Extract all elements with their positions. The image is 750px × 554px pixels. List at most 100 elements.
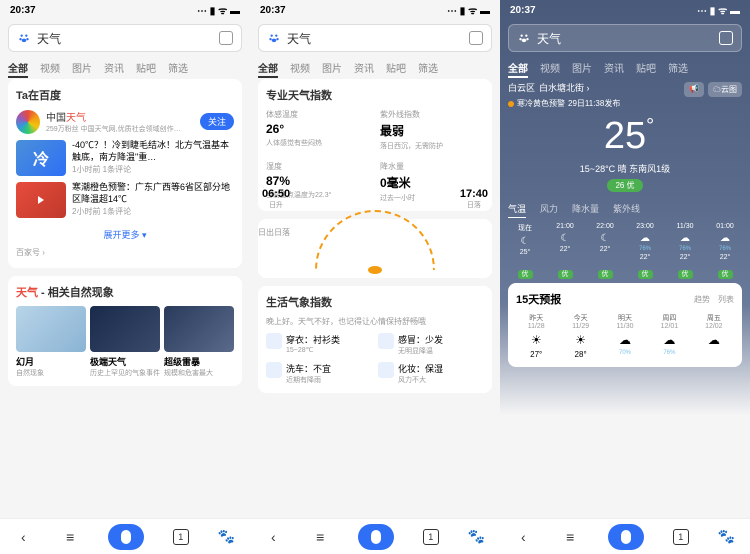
hourly-forecast[interactable]: 现在☾25°21:00☾22°22:00☾22°23:00☁76%22°11/3… [500,219,750,265]
subtab-uv[interactable]: 紫外线 [613,202,640,215]
camera-icon[interactable] [719,31,733,45]
search-bar[interactable]: 天气 [508,24,742,52]
forecast-day[interactable]: 周四12/01☁76% [649,313,689,359]
tab-image[interactable]: 图片 [322,60,342,75]
nav-tabs[interactable]: 1 [423,529,439,545]
tab-news[interactable]: 资讯 [354,60,374,75]
quality-badge: 优 [678,270,693,279]
tab-video[interactable]: 视频 [290,60,310,75]
sun-times: 06:50日升 17:40日落 [258,188,492,210]
nav-tabs[interactable]: 1 [673,529,689,545]
car-icon [266,362,282,378]
phenom-2[interactable]: 极端天气历史上罕见的气象事件 [90,306,160,378]
brand-header[interactable]: 中国天气 259万粉丝 中国天气网,优质社会领域创作… 关注 [16,109,234,134]
search-input[interactable]: 天气 [537,30,719,47]
life-cold[interactable]: 感冒：少发无明显降温 [378,333,484,356]
tab-news[interactable]: 资讯 [604,60,624,75]
search-bar[interactable]: 天气 [258,24,492,52]
tab-image[interactable]: 图片 [572,60,592,75]
sun-card: 日出日落 06:50日升 17:40日落 [258,219,492,278]
tab-video[interactable]: 视频 [40,60,60,75]
forecast-day[interactable]: 今天11/29☀28° [560,313,600,359]
subtab-temp[interactable]: 气温 [508,202,526,215]
tab-all[interactable]: 全部 [8,60,28,75]
nav-tabs[interactable]: 1 [173,529,189,545]
source-link[interactable]: 百家号 › [16,245,234,260]
nav-paw[interactable]: 🐾 [218,528,236,546]
fc-tab-trend[interactable]: 趋势 [694,294,710,305]
phenom-3[interactable]: 超级雷暴规模和危害最大 [164,306,234,378]
cloud-button[interactable]: ☁云图 [708,82,742,97]
category-tabs: 全部 视频 图片 资讯 贴吧 筛选 [0,56,250,79]
forecast-day[interactable]: 周五12/02☁ [694,313,734,359]
tab-all[interactable]: 全部 [258,60,278,75]
nav-back[interactable]: ‹ [514,528,532,546]
search-bar[interactable]: 天气 [8,24,242,52]
right-buttons: 📢 ☁云图 [684,82,742,97]
ta-title: Ta在百度 [16,87,234,103]
nav-menu[interactable]: ≡ [311,528,329,546]
camera-icon[interactable] [469,31,483,45]
quality-badge: 优 [718,270,733,279]
tab-tieba[interactable]: 贴吧 [636,60,656,75]
quality-badge: 优 [518,270,533,279]
phenom-img-1 [16,306,86,352]
mic-icon [371,530,381,544]
tab-news[interactable]: 资讯 [104,60,124,75]
tab-image[interactable]: 图片 [72,60,92,75]
tab-filter[interactable]: 筛选 [668,60,688,75]
forecast-day[interactable]: 明天11/30☁70% [605,313,645,359]
nav-back[interactable]: ‹ [264,528,282,546]
nav-mic[interactable] [108,524,144,550]
nav-menu[interactable]: ≡ [561,528,579,546]
search-input[interactable]: 天气 [287,30,469,47]
subtab-wind[interactable]: 风力 [540,202,558,215]
subtab-precip[interactable]: 降水量 [572,202,599,215]
paw-icon [267,31,281,45]
aqi-badge[interactable]: 26 优 [607,179,642,192]
nav-mic[interactable] [608,524,644,550]
nav-menu[interactable]: ≡ [61,528,79,546]
news-text-1: -40℃？！冷到睫毛结冰！北方气温基本触底，南方降温"重… 1小时前 1条评论 [72,140,234,176]
quality-row: 优优优优优优 [500,265,750,283]
life-makeup[interactable]: 化妆：保湿风力不大 [378,362,484,385]
shirt-icon [266,333,282,349]
status-icons: ⋯ ▮ ᯤ ▬ [447,3,490,17]
status-icons: ⋯ ▮ ᯤ ▬ [697,3,740,17]
fc-tab-list[interactable]: 列表 [718,294,734,305]
warning-row[interactable]: 寒冷黄色预警 29日11:38发布 [500,96,750,111]
forecast-days[interactable]: 昨天11/28☀27°今天11/29☀28°明天11/30☁70%周四12/01… [516,313,734,359]
phenom-1[interactable]: 幻月自然现象 [16,306,86,378]
makeup-icon [378,362,394,378]
nav-mic[interactable] [358,524,394,550]
tab-tieba[interactable]: 贴吧 [136,60,156,75]
tab-tieba[interactable]: 贴吧 [386,60,406,75]
forecast-day[interactable]: 昨天11/28☀27° [516,313,556,359]
mic-icon [121,530,131,544]
nav-paw[interactable]: 🐾 [468,528,486,546]
life-clothes[interactable]: 穿衣：衬衫类15~28℃ [266,333,372,356]
news-item-2[interactable]: 寒潮橙色预警：广东广西等6省区部分地区降温超14℃ 2小时前 1条评论 [16,182,234,218]
index-title: 专业天气指数 [266,87,484,103]
search-input[interactable]: 天气 [37,30,219,47]
tab-filter[interactable]: 筛选 [418,60,438,75]
expand-button[interactable]: 展开更多 ▾ [16,224,234,245]
nav-paw[interactable]: 🐾 [718,528,736,546]
follow-button[interactable]: 关注 [200,113,234,130]
life-card: 生活气象指数 晚上好。天气不好，也记得让心情保持舒畅哦 穿衣：衬衫类15~28℃… [258,286,492,393]
tab-video[interactable]: 视频 [540,60,560,75]
status-time: 20:37 [260,5,286,16]
sound-button[interactable]: 📢 [684,82,704,97]
news-item-1[interactable]: 冷 -40℃？！冷到睫毛结冰！北方气温基本触底，南方降温"重… 1小时前 1条评… [16,140,234,176]
phenom-img-2 [90,306,160,352]
nav-back[interactable]: ‹ [14,528,32,546]
life-carwash[interactable]: 洗车：不宜近期有降雨 [266,362,372,385]
camera-icon[interactable] [219,31,233,45]
metric-uv[interactable]: 紫外线指数最弱落日西沉，无需防护 [380,109,484,151]
temp-subtitle: 15~28°C 晴 东南风1级 [500,162,750,175]
brand-logo [16,110,40,134]
metric-feel[interactable]: 体感温度26°人体感觉有些闷热 [266,109,370,151]
tab-all[interactable]: 全部 [508,60,528,75]
tab-filter[interactable]: 筛选 [168,60,188,75]
status-bar: 20:37 ⋯ ▮ ᯤ ▬ [0,0,250,20]
